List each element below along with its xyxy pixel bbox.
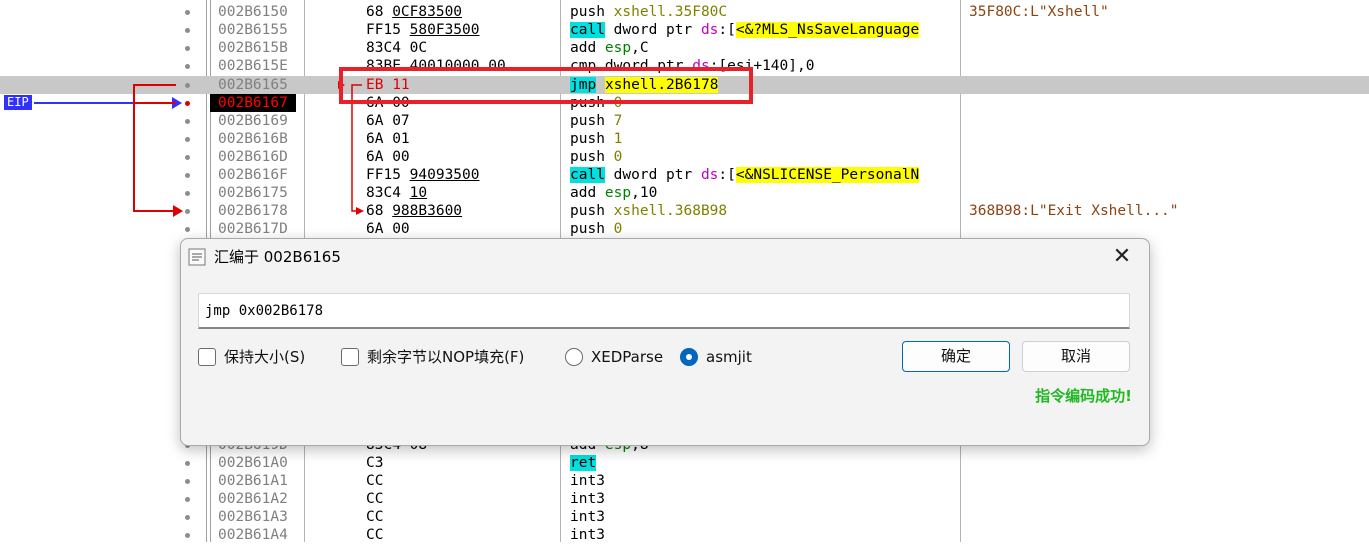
xedparse-radio[interactable]: XEDParse — [565, 346, 663, 368]
dialog-title: 汇编于 002B6165 — [214, 248, 341, 266]
keep-size-checkbox[interactable]: 保持大小(S) — [198, 346, 305, 368]
asmjit-radio[interactable]: asmjit — [680, 346, 752, 368]
checkbox-icon — [198, 348, 216, 366]
instruction-input[interactable] — [198, 293, 1130, 329]
checkbox-icon — [341, 348, 359, 366]
status-message: 指令编码成功! — [1035, 387, 1132, 405]
ok-button[interactable]: 确定 — [902, 341, 1010, 372]
fill-nop-checkbox[interactable]: 剩余字节以NOP填充(F) — [341, 346, 524, 368]
radio-selected-icon — [680, 348, 698, 366]
highlight-box — [339, 67, 753, 104]
asmjit-label: asmjit — [706, 348, 752, 366]
fill-nop-label: 剩余字节以NOP填充(F) — [367, 348, 525, 366]
dialog-app-icon — [188, 248, 206, 266]
close-icon[interactable]: ✕ — [1109, 245, 1135, 271]
keep-size-label: 保持大小(S) — [224, 348, 306, 366]
cancel-button[interactable]: 取消 — [1022, 341, 1130, 372]
xedparse-label: XEDParse — [591, 348, 664, 366]
radio-icon — [565, 348, 583, 366]
assemble-dialog: 汇编于 002B6165 ✕ 保持大小(S) 剩余字节以NOP填充(F) XED… — [180, 238, 1150, 446]
